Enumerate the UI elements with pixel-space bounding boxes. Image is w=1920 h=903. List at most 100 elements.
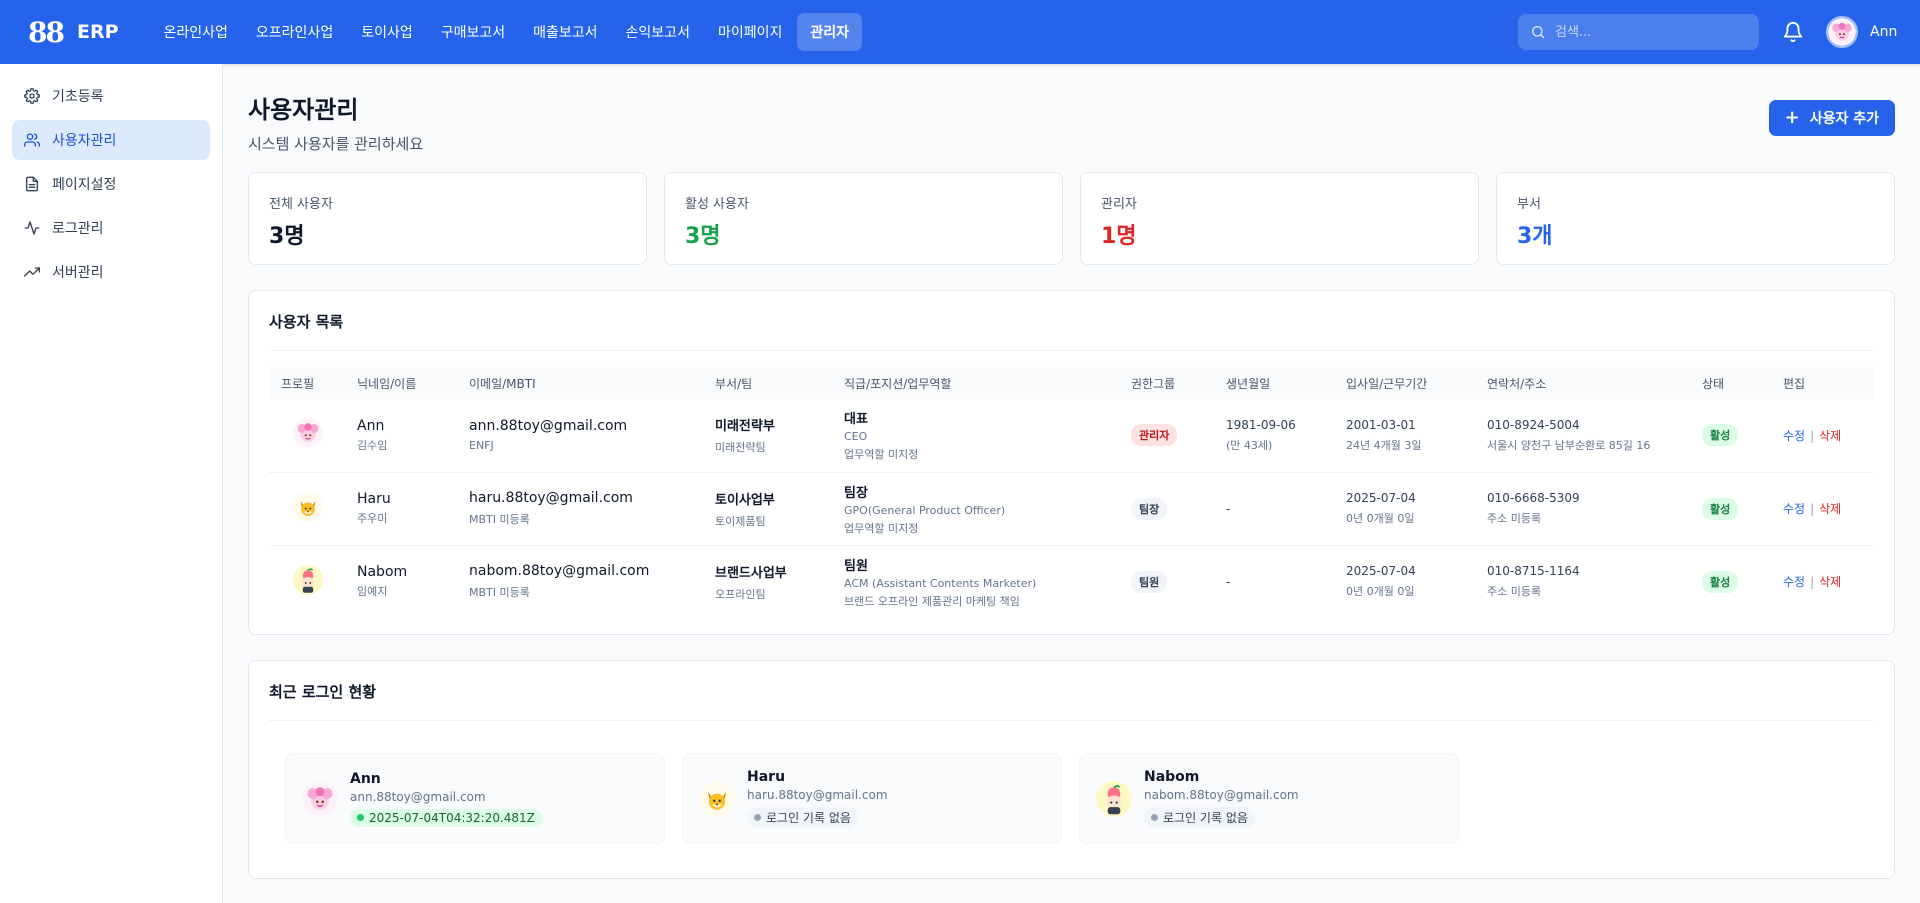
user-name: 임예지 [357, 585, 388, 599]
edit-button[interactable]: 수정 [1783, 429, 1805, 443]
bell-icon[interactable] [1782, 21, 1804, 43]
cell-contact: 010-8715-1164 주소 미등록 [1475, 545, 1690, 618]
login-card[interactable]: Nabom nabom.88toy@gmail.com 로그인 기록 없음 [1079, 753, 1459, 844]
avatar [1826, 16, 1858, 48]
stat-card-active-users: 활성 사용자 3명 [664, 172, 1063, 265]
divider: | [1810, 502, 1815, 516]
stat-value: 3개 [1517, 224, 1553, 249]
cell-status: 활성 [1690, 399, 1771, 473]
status-badge: 활성 [1702, 424, 1739, 447]
user-role: 브랜드 오프라인 제품관리 마케팅 책임 [844, 594, 1020, 608]
user-mbti: MBTI 미등록 [469, 513, 530, 526]
recent-login-card: 최근 로그인 현황 Ann ann.88toy@gmail.com 2025-07-… [248, 660, 1895, 879]
edit-button[interactable]: 수정 [1783, 575, 1805, 589]
page-title: 사용자관리 [248, 96, 359, 124]
user-name: 김수임 [357, 438, 388, 452]
logo: 88 [28, 15, 65, 49]
sidebar-item-page-settings[interactable]: 페이지설정 [12, 164, 210, 204]
user-tenure: 0년 0개월 0일 [1346, 512, 1415, 525]
nav-purchase-report[interactable]: 구매보고서 [428, 13, 518, 51]
avatar [1096, 780, 1132, 817]
col-header: 직급/포지션/업무역할 [844, 376, 952, 391]
cell-join: 2025-07-04 0년 0개월 0일 [1334, 545, 1475, 618]
user-team: 토이제품팀 [715, 514, 766, 528]
edit-button[interactable]: 수정 [1783, 502, 1805, 516]
user-address: 서울시 양천구 남부순환로 85길 16 [1487, 438, 1651, 452]
brand[interactable]: 88 ERP [28, 16, 119, 49]
search-input[interactable] [1555, 24, 1745, 40]
cell-edit: 수정 | 삭제 [1771, 472, 1874, 546]
nav-online[interactable]: 온라인사업 [151, 13, 241, 51]
user-name: Ann [1870, 24, 1898, 40]
user-email: ann.88toy@gmail.com [469, 418, 628, 435]
user-nickname: Nabom [357, 564, 408, 581]
add-user-button[interactable]: + 사용자 추가 [1768, 100, 1895, 136]
nav-pl-report[interactable]: 손익보고서 [613, 13, 703, 51]
cell-join: 2001-03-01 24년 4개월 3일 [1334, 399, 1475, 473]
cell-name: Haru 주우미 [345, 472, 457, 546]
cell-status: 활성 [1690, 472, 1771, 546]
nav-offline[interactable]: 오프라인사업 [243, 13, 346, 51]
status-badge: 활성 [1702, 497, 1739, 520]
delete-button[interactable]: 삭제 [1819, 429, 1841, 443]
user-age: (만 43세) [1226, 438, 1273, 452]
divider: | [1810, 575, 1815, 590]
last-login-badge: 2025-07-04T04:32:20.481Z [350, 808, 542, 827]
sidebar-item-label: 서버관리 [52, 265, 104, 281]
user-tenure: 0년 0개월 0일 [1346, 585, 1415, 599]
col-header: 상태 [1702, 376, 1725, 391]
user-dept: 토이사업부 [715, 492, 775, 508]
col-header: 닉네임/이름 [357, 376, 417, 391]
login-user-name: Nabom [1144, 769, 1200, 785]
stat-label: 관리자 [1101, 197, 1137, 212]
main-content: 사용자관리 시스템 사용자를 관리하세요 + 사용자 추가 전체 사용자 3명 … [223, 64, 1920, 903]
top-navigation-bar: 88 ERP 온라인사업 오프라인사업 토이사업 구매보고서 매출보고서 손익보… [0, 0, 1920, 64]
gear-icon [24, 88, 40, 104]
activity-icon [24, 221, 40, 235]
user-team: 미래전략팀 [715, 441, 766, 455]
recent-login-title: 최근 로그인 현황 [269, 681, 1874, 721]
login-card[interactable]: Ann ann.88toy@gmail.com 2025-07-04T04:32:2… [285, 753, 665, 844]
login-info: Nabom nabom.88toy@gmail.com 로그인 기록 없음 [1144, 769, 1299, 828]
table-header-row: 프로필 닉네임/이름 이메일/MBTI 부서/팀 직급/포지션/업무역할 권한그… [269, 367, 1874, 399]
user-dept: 미래전략부 [715, 419, 775, 435]
sidebar-item-user-management[interactable]: 사용자관리 [12, 120, 210, 160]
cell-group: 팀장 [1119, 472, 1214, 546]
user-email: nabom.88toy@gmail.com [469, 563, 650, 580]
col-header: 입사일/근무기간 [1346, 376, 1428, 391]
col-header: 부서/팀 [715, 376, 753, 391]
user-menu[interactable]: Ann [1826, 16, 1897, 48]
cell-birth: - [1214, 545, 1334, 618]
cell-birth: 1981-09-06 (만 43세) [1214, 399, 1334, 473]
user-rank: 팀원 [844, 558, 868, 574]
table-row: Nabom 임예지 nabom.88toy@gmail.com MBTI 미등록 브랜드… [269, 545, 1874, 618]
login-info: Ann ann.88toy@gmail.com 2025-07-04T04:32:2… [350, 771, 542, 827]
sidebar-item-log-management[interactable]: 로그관리 [12, 208, 210, 248]
divider: | [1810, 428, 1815, 443]
login-user-name: Ann [350, 770, 381, 787]
page-subtitle: 시스템 사용자를 관리하세요 [248, 135, 424, 153]
search-box[interactable] [1518, 14, 1759, 50]
user-birth: - [1226, 501, 1231, 516]
nav-admin[interactable]: 관리자 [797, 13, 862, 51]
sidebar-item-server-management[interactable]: 서버관리 [12, 252, 210, 292]
cell-dept: 미래전략부미래전략팀 [703, 399, 832, 473]
user-address: 주소 미등록 [1487, 512, 1542, 525]
stat-label: 전체 사용자 [269, 197, 333, 212]
login-user-name: Haru [747, 769, 786, 785]
sidebar-item-label: 페이지설정 [52, 177, 117, 193]
login-card[interactable]: Haru haru.88toy@gmail.com 로그인 기록 없음 [682, 753, 1062, 844]
nav-sales-report[interactable]: 매출보고서 [520, 13, 610, 51]
nav-toy[interactable]: 토이사업 [348, 13, 426, 51]
stats-row: 전체 사용자 3명 활성 사용자 3명 관리자 1명 부서 3개 [248, 172, 1895, 265]
status-dot-icon [357, 814, 364, 821]
delete-button[interactable]: 삭제 [1819, 575, 1841, 589]
cell-group: 팀원 [1119, 545, 1214, 618]
document-icon [26, 176, 38, 192]
status-badge: 활성 [1702, 570, 1739, 593]
user-email: haru.88toy@gmail.com [469, 490, 633, 506]
sidebar-item-basic-registration[interactable]: 기초등록 [12, 76, 210, 116]
cell-status: 활성 [1690, 545, 1771, 618]
delete-button[interactable]: 삭제 [1819, 502, 1841, 516]
nav-mypage[interactable]: 마이페이지 [705, 13, 795, 51]
